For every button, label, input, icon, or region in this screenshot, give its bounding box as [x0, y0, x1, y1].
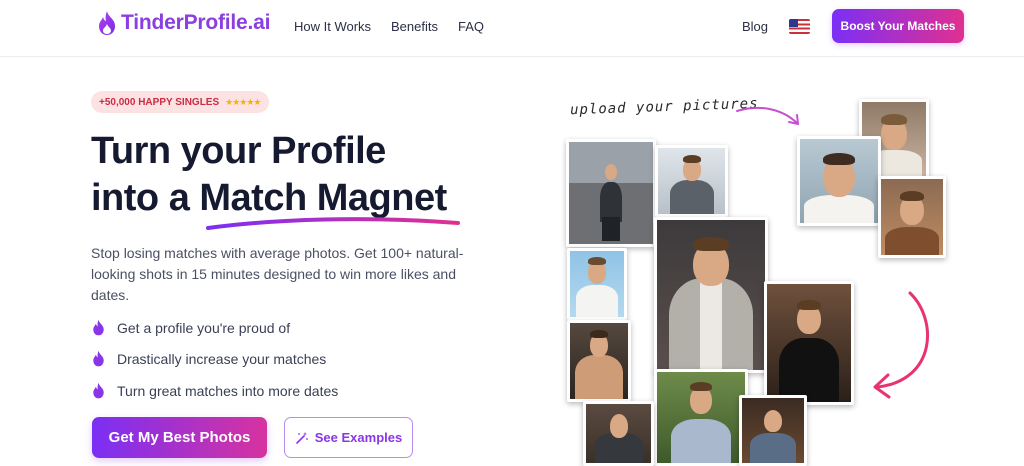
uploaded-selfie — [878, 176, 946, 258]
feature-label: Turn great matches into more dates — [117, 382, 339, 399]
nav-how-it-works[interactable]: How It Works — [294, 19, 371, 34]
logo-text: TinderProfile.ai — [121, 11, 271, 34]
flame-bullet-icon — [93, 350, 104, 367]
hero-title-line1: Turn your Profile — [91, 130, 386, 172]
highlight-underline — [206, 217, 460, 230]
generated-photo — [567, 320, 631, 402]
flame-logo-icon — [99, 11, 115, 35]
flame-bullet-icon — [93, 319, 104, 336]
feature-item: Drastically increase your matches — [92, 350, 326, 367]
upload-pictures-label: upload your pictures — [569, 95, 759, 119]
boost-matches-button[interactable]: Boost Your Matches — [832, 9, 964, 43]
star-rating-icon: ★★★★★ — [225, 96, 261, 107]
badge-text: +50,000 HAPPY SINGLES — [99, 96, 220, 108]
happy-singles-badge: +50,000 HAPPY SINGLES ★★★★★ — [91, 91, 269, 113]
us-flag-icon[interactable] — [789, 19, 810, 34]
flame-bullet-icon — [93, 382, 104, 399]
hero-description: Stop losing matches with average photos.… — [91, 245, 464, 303]
uploaded-selfie — [797, 136, 881, 226]
curved-arrow-icon — [873, 291, 930, 399]
arrow-to-uploads-icon — [736, 106, 799, 125]
generated-photo — [654, 369, 748, 466]
nav-benefits[interactable]: Benefits — [391, 19, 438, 34]
feature-item: Turn great matches into more dates — [92, 382, 338, 399]
site-header: TinderProfile.ai How It Works Benefits F… — [0, 0, 1024, 57]
magic-wand-icon — [295, 431, 308, 444]
generated-photo — [567, 248, 627, 320]
feature-label: Get a profile you're proud of — [117, 319, 291, 336]
generated-photo — [739, 395, 807, 466]
see-examples-button[interactable]: See Examples — [284, 417, 413, 458]
generated-photo — [583, 401, 654, 466]
nav-faq[interactable]: FAQ — [458, 19, 484, 34]
logo[interactable]: TinderProfile.ai — [97, 10, 270, 36]
feature-item: Get a profile you're proud of — [92, 319, 290, 336]
generated-photo-featured — [654, 217, 768, 373]
feature-label: Drastically increase your matches — [117, 350, 327, 367]
nav-blog[interactable]: Blog — [742, 19, 768, 34]
see-examples-label: See Examples — [314, 430, 403, 445]
generated-photo — [764, 281, 854, 405]
hero-title-prefix: into a — [91, 177, 190, 219]
generated-photo — [566, 139, 656, 247]
generated-photo — [655, 145, 728, 217]
get-best-photos-button[interactable]: Get My Best Photos — [92, 417, 267, 458]
